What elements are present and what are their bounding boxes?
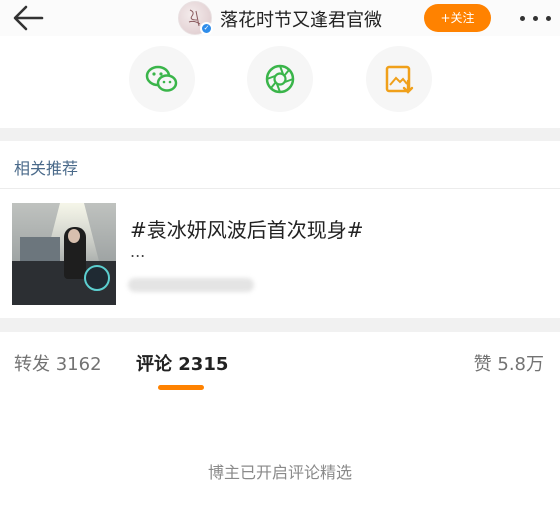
tab-comment[interactable]: 评论 2315 — [136, 350, 228, 376]
related-title: 相关推荐 — [14, 159, 79, 178]
section-divider — [0, 128, 560, 141]
back-button[interactable] — [8, 2, 48, 34]
wechat-icon — [145, 65, 178, 92]
related-header: 相关推荐 — [0, 141, 560, 189]
related-thumbnail[interactable] — [12, 203, 116, 305]
blurred-source-text — [128, 278, 254, 292]
save-image-button[interactable] — [366, 46, 432, 112]
related-ellipsis: ... — [130, 242, 146, 261]
comment-area: 博主已开启评论精选 — [0, 402, 560, 509]
related-card[interactable]: #袁冰妍风波后首次现身# ... — [0, 190, 560, 318]
share-wechat-button[interactable] — [129, 46, 195, 112]
more-dot — [533, 16, 538, 21]
tab-repost[interactable]: 转发 3162 — [14, 350, 102, 376]
active-tab-indicator — [158, 385, 204, 390]
interaction-tabs: 转发 3162 评论 2315 赞 5.8万 — [0, 332, 560, 402]
share-row — [0, 36, 560, 128]
video-badge-icon — [84, 265, 110, 291]
moments-icon — [265, 64, 295, 94]
more-dot — [520, 16, 525, 21]
verified-icon: ✓ — [200, 22, 213, 35]
top-bar: ✓ 落花时节又逢君官微 +关注 — [0, 0, 560, 36]
account-name[interactable]: 落花时节又逢君官微 — [220, 6, 382, 32]
follow-button[interactable]: +关注 — [424, 4, 491, 32]
back-arrow-icon — [13, 5, 44, 31]
more-button[interactable] — [516, 4, 556, 32]
section-divider — [0, 318, 560, 332]
curated-comments-note: 博主已开启评论精选 — [207, 463, 352, 482]
save-image-icon — [385, 65, 414, 94]
weibo-post-page: ✓ 落花时节又逢君官微 +关注 相关推荐 #袁冰妍风波后首次现身# ... 转发… — [0, 0, 560, 509]
tab-like[interactable]: 赞 5.8万 — [474, 350, 544, 376]
more-dot — [546, 16, 551, 21]
related-topic[interactable]: #袁冰妍风波后首次现身# — [130, 214, 364, 243]
share-moments-button[interactable] — [247, 46, 313, 112]
